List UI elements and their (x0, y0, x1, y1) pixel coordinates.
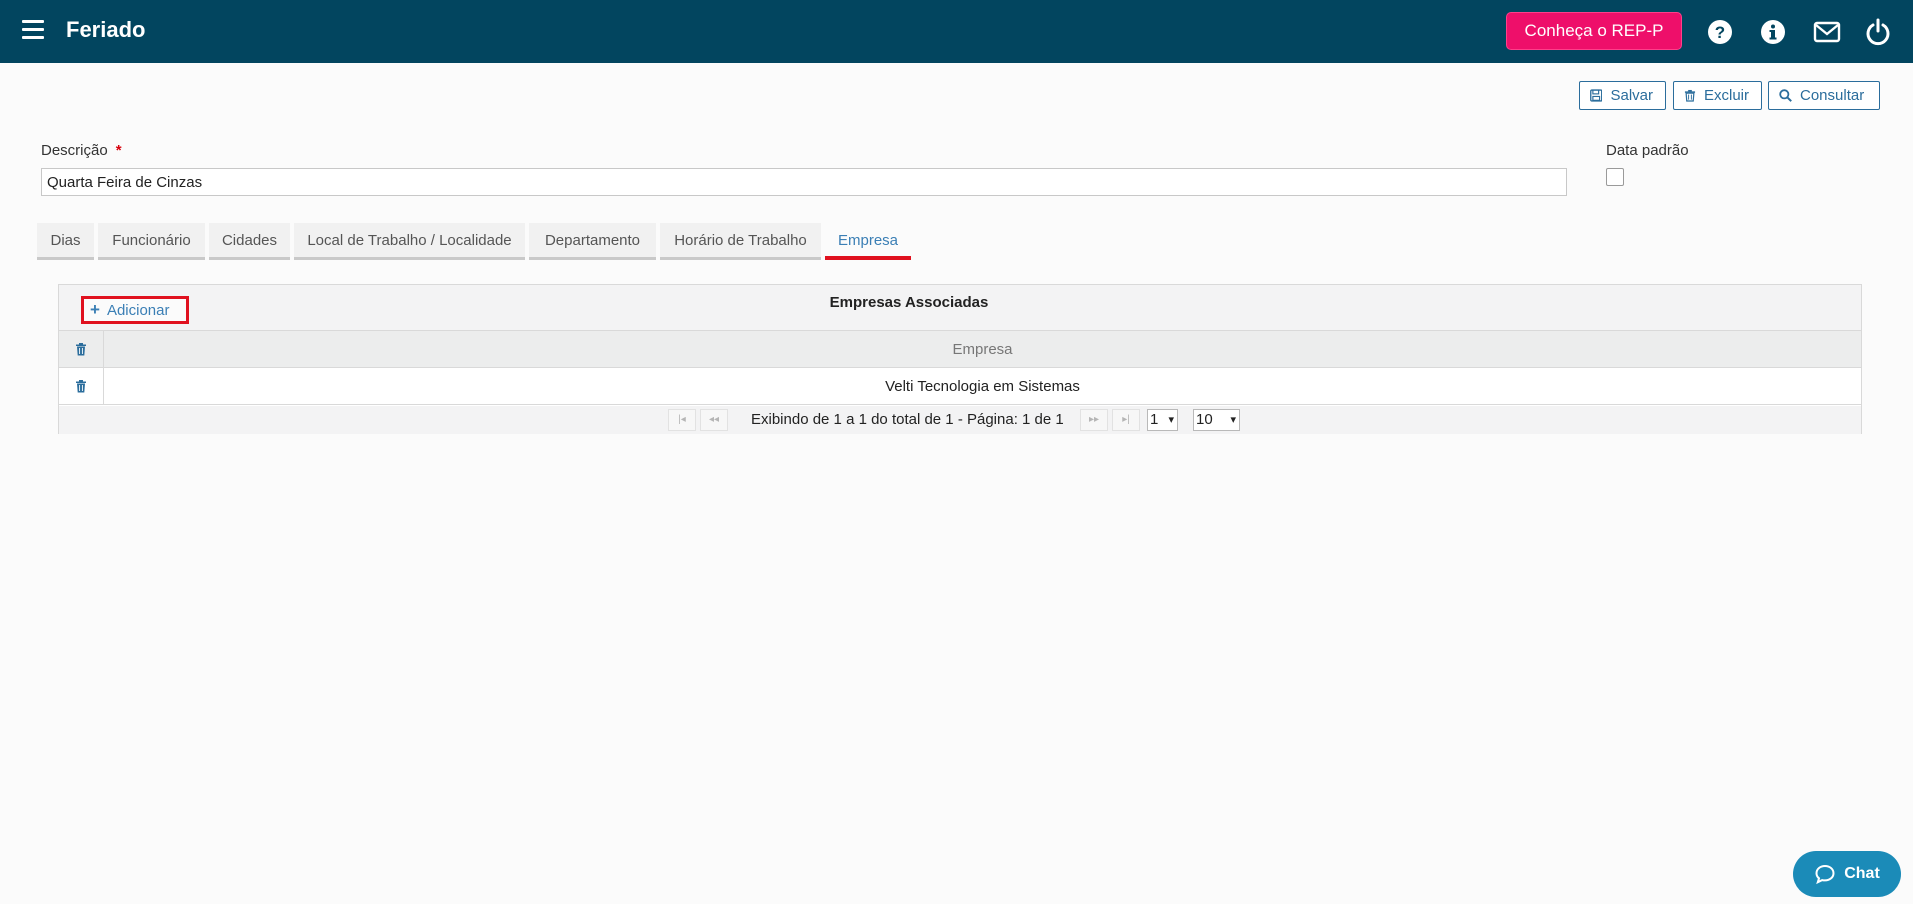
pager-summary: Exibindo de 1 a 1 do total de 1 - Página… (751, 411, 1064, 428)
plus-icon: + (90, 300, 100, 319)
cell-empresa: Velti Tecnologia em Sistemas (885, 377, 1080, 395)
info-icon[interactable] (1759, 18, 1787, 46)
next-page-button[interactable]: ▸▸ (1080, 409, 1108, 431)
first-page-button[interactable]: |◂ (668, 409, 696, 431)
last-page-button[interactable]: ▸| (1112, 409, 1140, 431)
prev-page-button[interactable]: ◂◂ (700, 409, 728, 431)
mail-icon[interactable] (1813, 18, 1841, 46)
rows-per-page-select[interactable]: 10 ▾ (1193, 409, 1240, 431)
tab-funcionario[interactable]: Funcionário (98, 223, 205, 260)
description-input[interactable] (41, 168, 1567, 196)
description-label: Descrição * (41, 142, 122, 159)
query-button[interactable]: Consultar (1768, 81, 1880, 110)
menu-icon[interactable] (22, 20, 44, 39)
page-select[interactable]: 1 ▾ (1147, 409, 1178, 431)
delete-row-icon[interactable] (59, 368, 104, 404)
top-bar: Feriado Conheça o REP-P ? (0, 0, 1913, 63)
tab-horario-de-trabalho[interactable]: Horário de Trabalho (660, 223, 821, 260)
default-date-label: Data padrão (1606, 142, 1689, 159)
svg-text:?: ? (1715, 23, 1725, 42)
delete-label: Excluir (1703, 87, 1749, 104)
add-label: Adicionar (106, 301, 170, 319)
power-icon[interactable] (1864, 18, 1892, 46)
table-row: Velti Tecnologia em Sistemas (59, 368, 1861, 405)
tab-local-de-trabalho[interactable]: Local de Trabalho / Localidade (294, 223, 525, 260)
delete-button[interactable]: Excluir (1673, 81, 1762, 110)
chat-bubble-icon (1815, 864, 1835, 885)
add-button[interactable]: + Adicionar (81, 296, 189, 324)
chat-label: Chat (1844, 865, 1880, 882)
tab-departamento[interactable]: Departamento (529, 223, 656, 260)
required-mark: * (115, 142, 122, 159)
chevron-down-icon: ▾ (1168, 414, 1174, 426)
floppy-icon (1590, 89, 1603, 102)
empresas-panel: Empresas Associadas + Adicionar Empresa … (58, 284, 1862, 434)
panel-title: Empresas Associadas (829, 294, 989, 311)
save-label: Salvar (1610, 87, 1653, 104)
search-icon (1779, 89, 1792, 102)
column-header-empresa[interactable]: Empresa (104, 331, 1861, 367)
promo-button[interactable]: Conheça o REP-P (1506, 12, 1682, 50)
chevron-down-icon: ▾ (1230, 414, 1236, 426)
page-title: Feriado (66, 17, 146, 42)
default-date-checkbox[interactable] (1606, 168, 1624, 186)
tab-cidades[interactable]: Cidades (209, 223, 290, 260)
help-icon[interactable]: ? (1706, 18, 1734, 46)
paginator: |◂ ◂◂ Exibindo de 1 a 1 do total de 1 - … (59, 406, 1861, 434)
delete-all-icon[interactable] (59, 331, 104, 367)
tab-dias[interactable]: Dias (37, 223, 94, 260)
table-header: Empresa (59, 331, 1861, 368)
query-label: Consultar (1800, 87, 1865, 104)
save-button[interactable]: Salvar (1579, 81, 1666, 110)
chat-button[interactable]: Chat (1793, 851, 1901, 897)
tab-empresa[interactable]: Empresa (825, 223, 911, 260)
trash-icon (1684, 89, 1696, 102)
panel-header: Empresas Associadas + Adicionar (59, 285, 1861, 331)
